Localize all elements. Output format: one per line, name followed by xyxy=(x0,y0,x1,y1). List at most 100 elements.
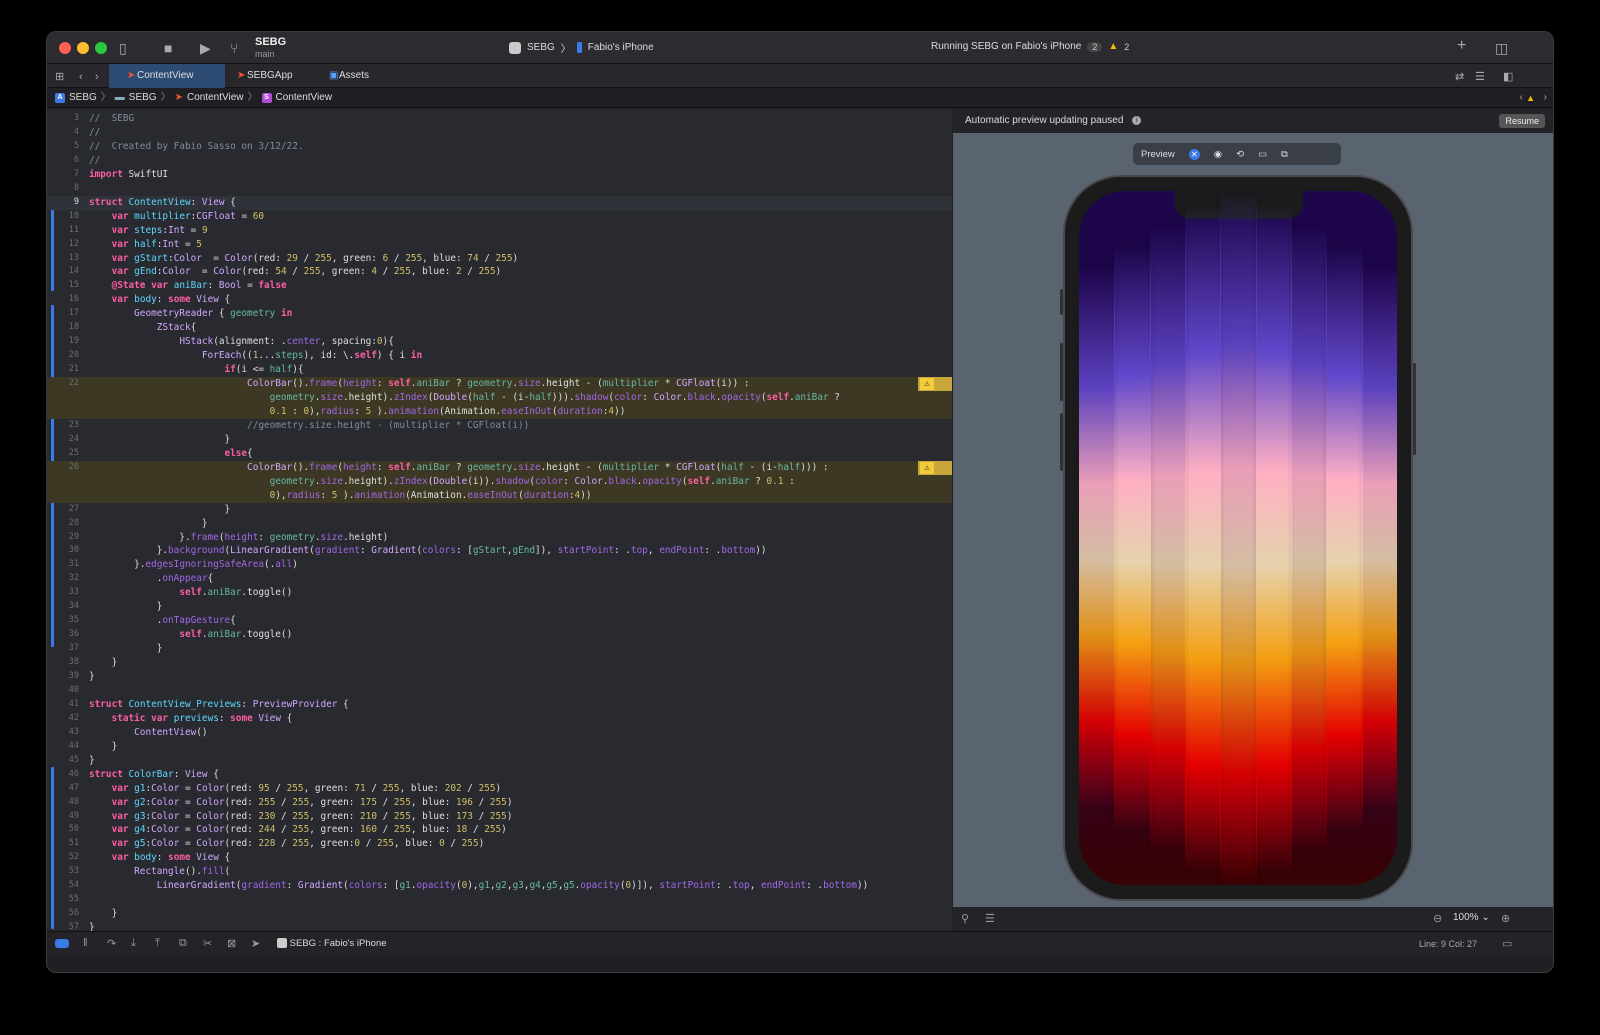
preview-mode-button[interactable]: Preview xyxy=(1141,149,1175,160)
code-line[interactable]: 45} xyxy=(47,754,952,768)
code-line[interactable]: 31 }.edgesIgnoringSafeArea(.all) xyxy=(47,558,952,572)
device-icon[interactable]: ▭ xyxy=(1258,149,1267,160)
code-line[interactable]: 7 import SwiftUI xyxy=(47,168,952,182)
code-line[interactable]: 35 .onTapGesture{ xyxy=(47,614,952,628)
settings-icon[interactable]: ☰ xyxy=(985,912,995,925)
code-line[interactable]: 9 struct ContentView: View { xyxy=(47,195,952,210)
live-preview-icon[interactable]: ✕ xyxy=(1188,148,1200,160)
warning-annotation[interactable]: ⚠ xyxy=(918,460,952,475)
inspector-toggle-icon[interactable]: ◫ xyxy=(1495,39,1508,57)
code-line[interactable]: 56 } xyxy=(47,907,952,921)
code-line[interactable]: 27 } xyxy=(47,503,952,517)
code-line[interactable]: 39} xyxy=(47,670,952,684)
code-line[interactable]: 30 }.background(LinearGradient(gradient:… xyxy=(47,544,952,558)
code-line[interactable]: 36 self.aniBar.toggle() xyxy=(47,628,952,642)
code-line[interactable]: 19 HStack(alignment: .center, spacing:0)… xyxy=(47,335,952,349)
code-line[interactable]: 13 var gStart:Color = Color(red: 29 / 25… xyxy=(47,252,952,266)
zoom-level[interactable]: 100% ⌄ xyxy=(1453,912,1490,923)
rotate-icon[interactable]: ⟲ xyxy=(1236,149,1244,160)
code-line[interactable]: 17 GeometryReader { geometry in xyxy=(47,307,952,321)
view-hierarchy-icon[interactable]: ⧉ xyxy=(179,937,187,950)
code-line[interactable]: 16 var body: some View { xyxy=(47,293,952,307)
info-icon[interactable]: i xyxy=(1132,115,1142,125)
code-line[interactable]: 4 // xyxy=(47,126,952,140)
back-icon[interactable]: ‹ xyxy=(79,68,83,86)
breadcrumb-item[interactable]: SEBG xyxy=(129,88,157,108)
code-line[interactable]: 37 } xyxy=(47,642,952,656)
location-icon[interactable]: ➤ xyxy=(251,937,260,950)
code-line[interactable]: 5 // Created by Fabio Sasso on 3/12/22. xyxy=(47,140,952,154)
code-line[interactable]: 26 ColorBar().frame(height: self.aniBar … xyxy=(47,460,952,475)
code-line[interactable]: 57} xyxy=(47,921,952,931)
breadcrumb-item[interactable]: ContentView xyxy=(187,88,244,108)
code-line[interactable]: 3 // SEBG xyxy=(47,112,952,126)
tab-assets[interactable]: ▣ Assets xyxy=(311,64,391,88)
step-out-icon[interactable]: ⤒ xyxy=(155,937,160,950)
minimize-window-button[interactable] xyxy=(77,42,89,54)
code-line[interactable]: 21 if(i <= half){ xyxy=(47,363,952,377)
forward-icon[interactable]: › xyxy=(95,68,99,86)
source-editor[interactable]: 3 // SEBG 4 // 5 // Created by Fabio Sasso on… xyxy=(47,109,952,931)
code-line[interactable]: 54 LinearGradient(gradient: Gradient(col… xyxy=(47,879,952,893)
code-line[interactable]: geometry.size.height).zIndex(Double(i)).… xyxy=(47,474,952,489)
code-line[interactable]: 23 //geometry.size.height - (multiplier … xyxy=(47,419,952,433)
code-line[interactable]: 22 ColorBar().frame(height: self.aniBar … xyxy=(47,377,952,392)
pause-icon[interactable]: ‖ xyxy=(83,937,88,949)
code-line[interactable]: 53 Rectangle().fill( xyxy=(47,865,952,879)
code-line[interactable]: 20 ForEach((1...steps), id: \.self) { i … xyxy=(47,349,952,363)
code-line[interactable]: 40 xyxy=(47,684,952,698)
close-window-button[interactable] xyxy=(59,42,71,54)
code-line[interactable]: 41 struct ContentView_Previews: PreviewPr… xyxy=(47,698,952,712)
add-icon[interactable]: + xyxy=(1457,37,1466,55)
code-line[interactable]: 18 ZStack{ xyxy=(47,321,952,335)
code-line[interactable]: 6 // xyxy=(47,154,952,168)
code-line[interactable]: 55 xyxy=(47,893,952,907)
code-line[interactable]: 8 xyxy=(47,182,952,196)
code-line[interactable]: 42 static var previews: some View { xyxy=(47,712,952,726)
refresh-icon[interactable]: ⇄ xyxy=(1455,68,1464,86)
code-line[interactable]: geometry.size.height).zIndex(Double(half… xyxy=(47,391,952,405)
editor-options-icon[interactable]: ☰ xyxy=(1475,68,1485,86)
code-line[interactable]: 24 } xyxy=(47,433,952,447)
breadcrumb-item[interactable]: SEBG xyxy=(69,88,97,108)
console-toggle-icon[interactable]: ▭ xyxy=(1502,937,1512,950)
step-over-icon[interactable]: ↷ xyxy=(107,937,116,950)
code-line[interactable]: 10 var multiplier:CGFloat = 60 xyxy=(47,210,952,224)
pin-icon[interactable]: ⚲ xyxy=(961,912,969,925)
play-icon[interactable]: ▶ xyxy=(200,39,211,57)
zoom-out-icon[interactable]: ⊖ xyxy=(1433,912,1442,925)
code-line[interactable]: 51 var g5:Color = Color(red: 228 / 255, … xyxy=(47,837,952,851)
project-info[interactable]: SEBG main xyxy=(255,36,286,60)
breadcrumb-item[interactable]: ContentView xyxy=(276,88,333,108)
warning-icon[interactable]: ▲ xyxy=(1526,88,1535,108)
step-in-icon[interactable]: ⤓ xyxy=(131,937,136,950)
warning-icon[interactable]: ▲ xyxy=(1108,41,1118,52)
code-line[interactable]: 43 ContentView() xyxy=(47,726,952,740)
code-line[interactable]: 33 self.aniBar.toggle() xyxy=(47,586,952,600)
forward-icon[interactable]: › xyxy=(1544,88,1547,108)
color-scheme-icon[interactable]: ◉ xyxy=(1214,149,1222,160)
code-line[interactable]: 28 } xyxy=(47,517,952,531)
code-line[interactable]: 47 var g1:Color = Color(red: 95 / 255, g… xyxy=(47,782,952,796)
code-line[interactable]: 38 } xyxy=(47,656,952,670)
grid-icon[interactable]: ⊞ xyxy=(55,68,64,86)
code-line[interactable]: 29 }.frame(height: geometry.size.height) xyxy=(47,531,952,545)
code-line[interactable]: 0),radius: 5 ).animation(Animation.easeI… xyxy=(47,488,952,503)
memory-graph-icon[interactable]: ✂ xyxy=(203,937,212,950)
code-line[interactable]: 25 else{ xyxy=(47,447,952,461)
code-line[interactable]: 15 @State var aniBar: Bool = false xyxy=(47,279,952,293)
code-line[interactable]: 48 var g2:Color = Color(red: 255 / 255, … xyxy=(47,796,952,810)
sidebar-icon[interactable]: ▯ xyxy=(119,39,127,57)
scheme-selector[interactable]: SEBG 〉 Fabio's iPhone xyxy=(509,40,654,55)
breakpoint-icon[interactable] xyxy=(55,939,69,948)
debug-target[interactable]: SEBG : Fabio's iPhone xyxy=(277,938,387,949)
code-line[interactable]: 50 var g4:Color = Color(red: 244 / 255, … xyxy=(47,823,952,837)
code-line[interactable]: 49 var g3:Color = Color(red: 230 / 255, … xyxy=(47,810,952,824)
code-line[interactable]: 44 } xyxy=(47,740,952,754)
warning-annotation[interactable]: ⚠ xyxy=(918,377,952,392)
code-line[interactable]: 32 .onAppear{ xyxy=(47,572,952,586)
zoom-window-button[interactable] xyxy=(95,42,107,54)
duplicate-icon[interactable]: ⧉ xyxy=(1281,149,1288,160)
back-icon[interactable]: ‹ xyxy=(1520,88,1523,108)
code-line[interactable]: 46 struct ColorBar: View { xyxy=(47,768,952,782)
